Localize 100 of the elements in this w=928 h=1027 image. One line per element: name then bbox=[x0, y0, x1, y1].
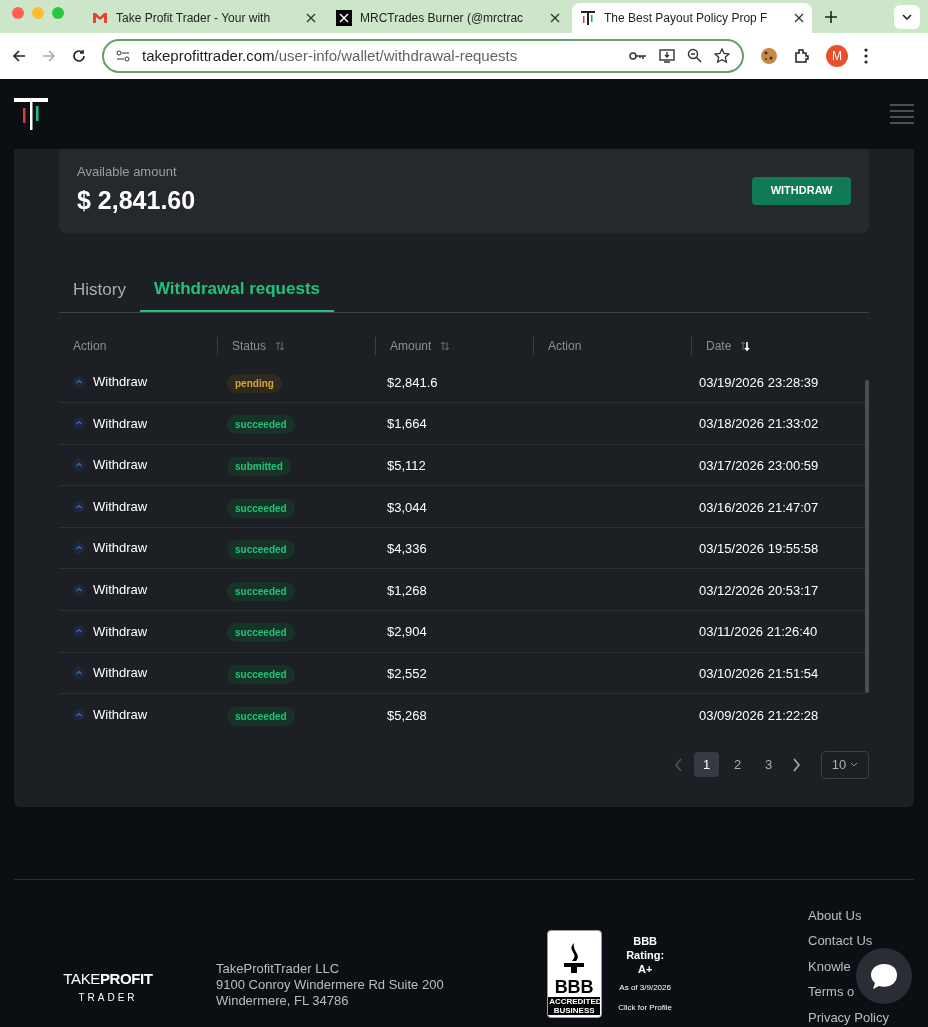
footer-link[interactable]: About Us bbox=[808, 905, 862, 925]
tab[interactable]: Withdrawal requests bbox=[139, 268, 334, 312]
amount-cell: $5,268 bbox=[387, 708, 427, 724]
amount-cell: $3,044 bbox=[387, 499, 427, 515]
chevron-up-icon bbox=[73, 375, 85, 388]
footer-logo-subtext: TRADER bbox=[78, 991, 138, 1005]
column-header: Action bbox=[73, 337, 107, 355]
back-icon[interactable] bbox=[12, 48, 26, 63]
star-icon[interactable] bbox=[714, 47, 730, 64]
address-line: Windermere, FL 34786 bbox=[216, 993, 350, 1010]
chevron-up-icon bbox=[73, 542, 85, 555]
url-text: takeprofittrader.com/user-info/wallet/withdrawal-requests bbox=[142, 45, 519, 66]
chevron-up-icon bbox=[73, 459, 85, 471]
action-cell-text: Withdraw bbox=[93, 414, 148, 433]
date-cell: 03/12/2026 20:53:17 bbox=[699, 582, 819, 598]
status-tag: succeeded bbox=[227, 581, 295, 601]
date-cell: 03/19/2026 23:28:39 bbox=[699, 374, 819, 390]
chevron-up-icon bbox=[73, 417, 85, 430]
close-icon[interactable] bbox=[550, 13, 560, 24]
tab-title: MRCTrades Burner (@mrctrac bbox=[360, 10, 525, 28]
date-cell: 03/10/2026 21:51:54 bbox=[699, 665, 819, 681]
amount-cell: $1,664 bbox=[387, 416, 427, 432]
bbb-date: As of 3/9/2026 bbox=[619, 982, 671, 995]
status-tag: succeeded bbox=[227, 540, 295, 560]
action-cell-text: Withdraw bbox=[93, 456, 148, 475]
action-cell-text: Withdraw bbox=[93, 622, 148, 641]
tab-search-button[interactable] bbox=[894, 5, 920, 30]
chevron-up-icon bbox=[73, 500, 85, 513]
status-tag: submitted bbox=[227, 457, 291, 476]
footer-link[interactable]: Privacy Policy bbox=[808, 1007, 889, 1027]
x-logo-icon bbox=[336, 10, 352, 27]
amount-cell: $4,336 bbox=[387, 541, 427, 557]
scrollbar[interactable] bbox=[865, 379, 869, 693]
site-logo-icon bbox=[580, 10, 596, 27]
close-icon[interactable] bbox=[794, 13, 804, 24]
action-cell-text: Withdraw bbox=[93, 581, 148, 599]
menu-icon[interactable] bbox=[864, 47, 868, 64]
column-header[interactable]: Date bbox=[706, 336, 732, 355]
install-icon[interactable] bbox=[659, 48, 675, 63]
reload-icon[interactable] bbox=[72, 48, 86, 63]
address-line: TakeProfitTrader LLC bbox=[216, 961, 341, 978]
site-settings-icon[interactable] bbox=[116, 49, 130, 62]
mail-icon bbox=[92, 12, 108, 25]
chat-bubble-icon bbox=[869, 961, 899, 990]
chevron-up-icon bbox=[73, 583, 85, 596]
browser-tab[interactable]: MRCTrades Burner (@mrctrac bbox=[328, 3, 568, 34]
footer-link[interactable]: Terms o bbox=[808, 982, 855, 1002]
tab[interactable]: History bbox=[59, 268, 140, 312]
action-cell-text: Withdraw bbox=[93, 706, 148, 725]
zoom-out-icon[interactable] bbox=[687, 48, 702, 64]
balance-label: Available amount bbox=[77, 163, 178, 181]
action-cell-text: Withdraw bbox=[93, 664, 148, 683]
address-bar[interactable]: takeprofittrader.com/user-info/wallet/withdrawal-requests bbox=[102, 38, 744, 73]
column-header[interactable]: Status bbox=[232, 336, 267, 355]
extensions-icon[interactable] bbox=[794, 47, 810, 64]
sort-icon[interactable] bbox=[739, 339, 752, 352]
profile-avatar[interactable]: M bbox=[826, 44, 848, 67]
balance-amount: $ 2,841.60 bbox=[77, 184, 196, 216]
page-size-select[interactable]: 10 bbox=[821, 750, 869, 779]
page-button[interactable]: 3 bbox=[756, 752, 781, 778]
status-tag: succeeded bbox=[227, 707, 295, 727]
browser-tab[interactable]: The Best Payout Policy Prop F bbox=[572, 3, 812, 34]
date-cell: 03/15/2026 19:55:58 bbox=[699, 541, 819, 557]
bbb-profile-link[interactable]: Click for Profile bbox=[618, 1002, 672, 1015]
cookie-icon[interactable] bbox=[760, 46, 778, 65]
page-button[interactable]: 2 bbox=[725, 752, 750, 778]
date-cell: 03/11/2026 21:26:40 bbox=[699, 624, 818, 640]
chevron-up-icon bbox=[73, 625, 85, 638]
chevron-down-icon bbox=[850, 762, 859, 768]
column-header[interactable]: Amount bbox=[390, 336, 432, 355]
browser-tab[interactable]: Take Profit Trader - Your with bbox=[84, 3, 324, 34]
action-cell-text: Withdraw bbox=[93, 497, 148, 516]
close-icon[interactable] bbox=[306, 13, 316, 24]
action-cell-text: Withdraw bbox=[93, 539, 148, 558]
bbb-badge[interactable]: BBB ACCREDITED BUSINESS BBB Rating: A+ As of 3/9/2026 Click for Profile bbox=[546, 930, 683, 1019]
seal-caption: ACCREDITED BUSINESS bbox=[548, 997, 601, 1016]
page-button[interactable]: 1 bbox=[694, 752, 719, 778]
footer-logo-text: TAKEPROFIT bbox=[63, 968, 153, 989]
tab-title: Take Profit Trader - Your with bbox=[116, 10, 272, 28]
status-tag: succeeded bbox=[227, 664, 295, 684]
withdraw-button[interactable]: WITHDRAW bbox=[752, 176, 851, 205]
status-tag: succeeded bbox=[227, 415, 295, 435]
address-line: 9100 Conroy Windermere Rd Suite 200 bbox=[216, 977, 444, 994]
footer-link[interactable]: Contact Us bbox=[808, 931, 873, 951]
date-cell: 03/18/2026 21:33:02 bbox=[699, 416, 819, 432]
amount-cell: $5,112 bbox=[387, 458, 426, 473]
date-cell: 03/17/2026 23:00:59 bbox=[699, 458, 819, 473]
chevron-down-icon bbox=[902, 14, 912, 21]
key-icon[interactable] bbox=[629, 50, 647, 61]
amount-cell: $1,268 bbox=[387, 582, 427, 598]
footer-link[interactable]: Knowle bbox=[808, 956, 851, 976]
tab-title: The Best Payout Policy Prop F bbox=[604, 10, 769, 28]
date-cell: 03/16/2026 21:47:07 bbox=[699, 499, 819, 515]
chevron-up-icon bbox=[73, 666, 85, 679]
amount-cell: $2,552 bbox=[387, 665, 427, 681]
date-cell: 03/09/2026 21:22:28 bbox=[699, 708, 819, 724]
new-tab-icon[interactable] bbox=[824, 10, 838, 25]
site-logo-icon[interactable] bbox=[14, 96, 48, 131]
action-cell-text: Withdraw bbox=[93, 373, 148, 392]
status-tag: succeeded bbox=[227, 623, 295, 643]
